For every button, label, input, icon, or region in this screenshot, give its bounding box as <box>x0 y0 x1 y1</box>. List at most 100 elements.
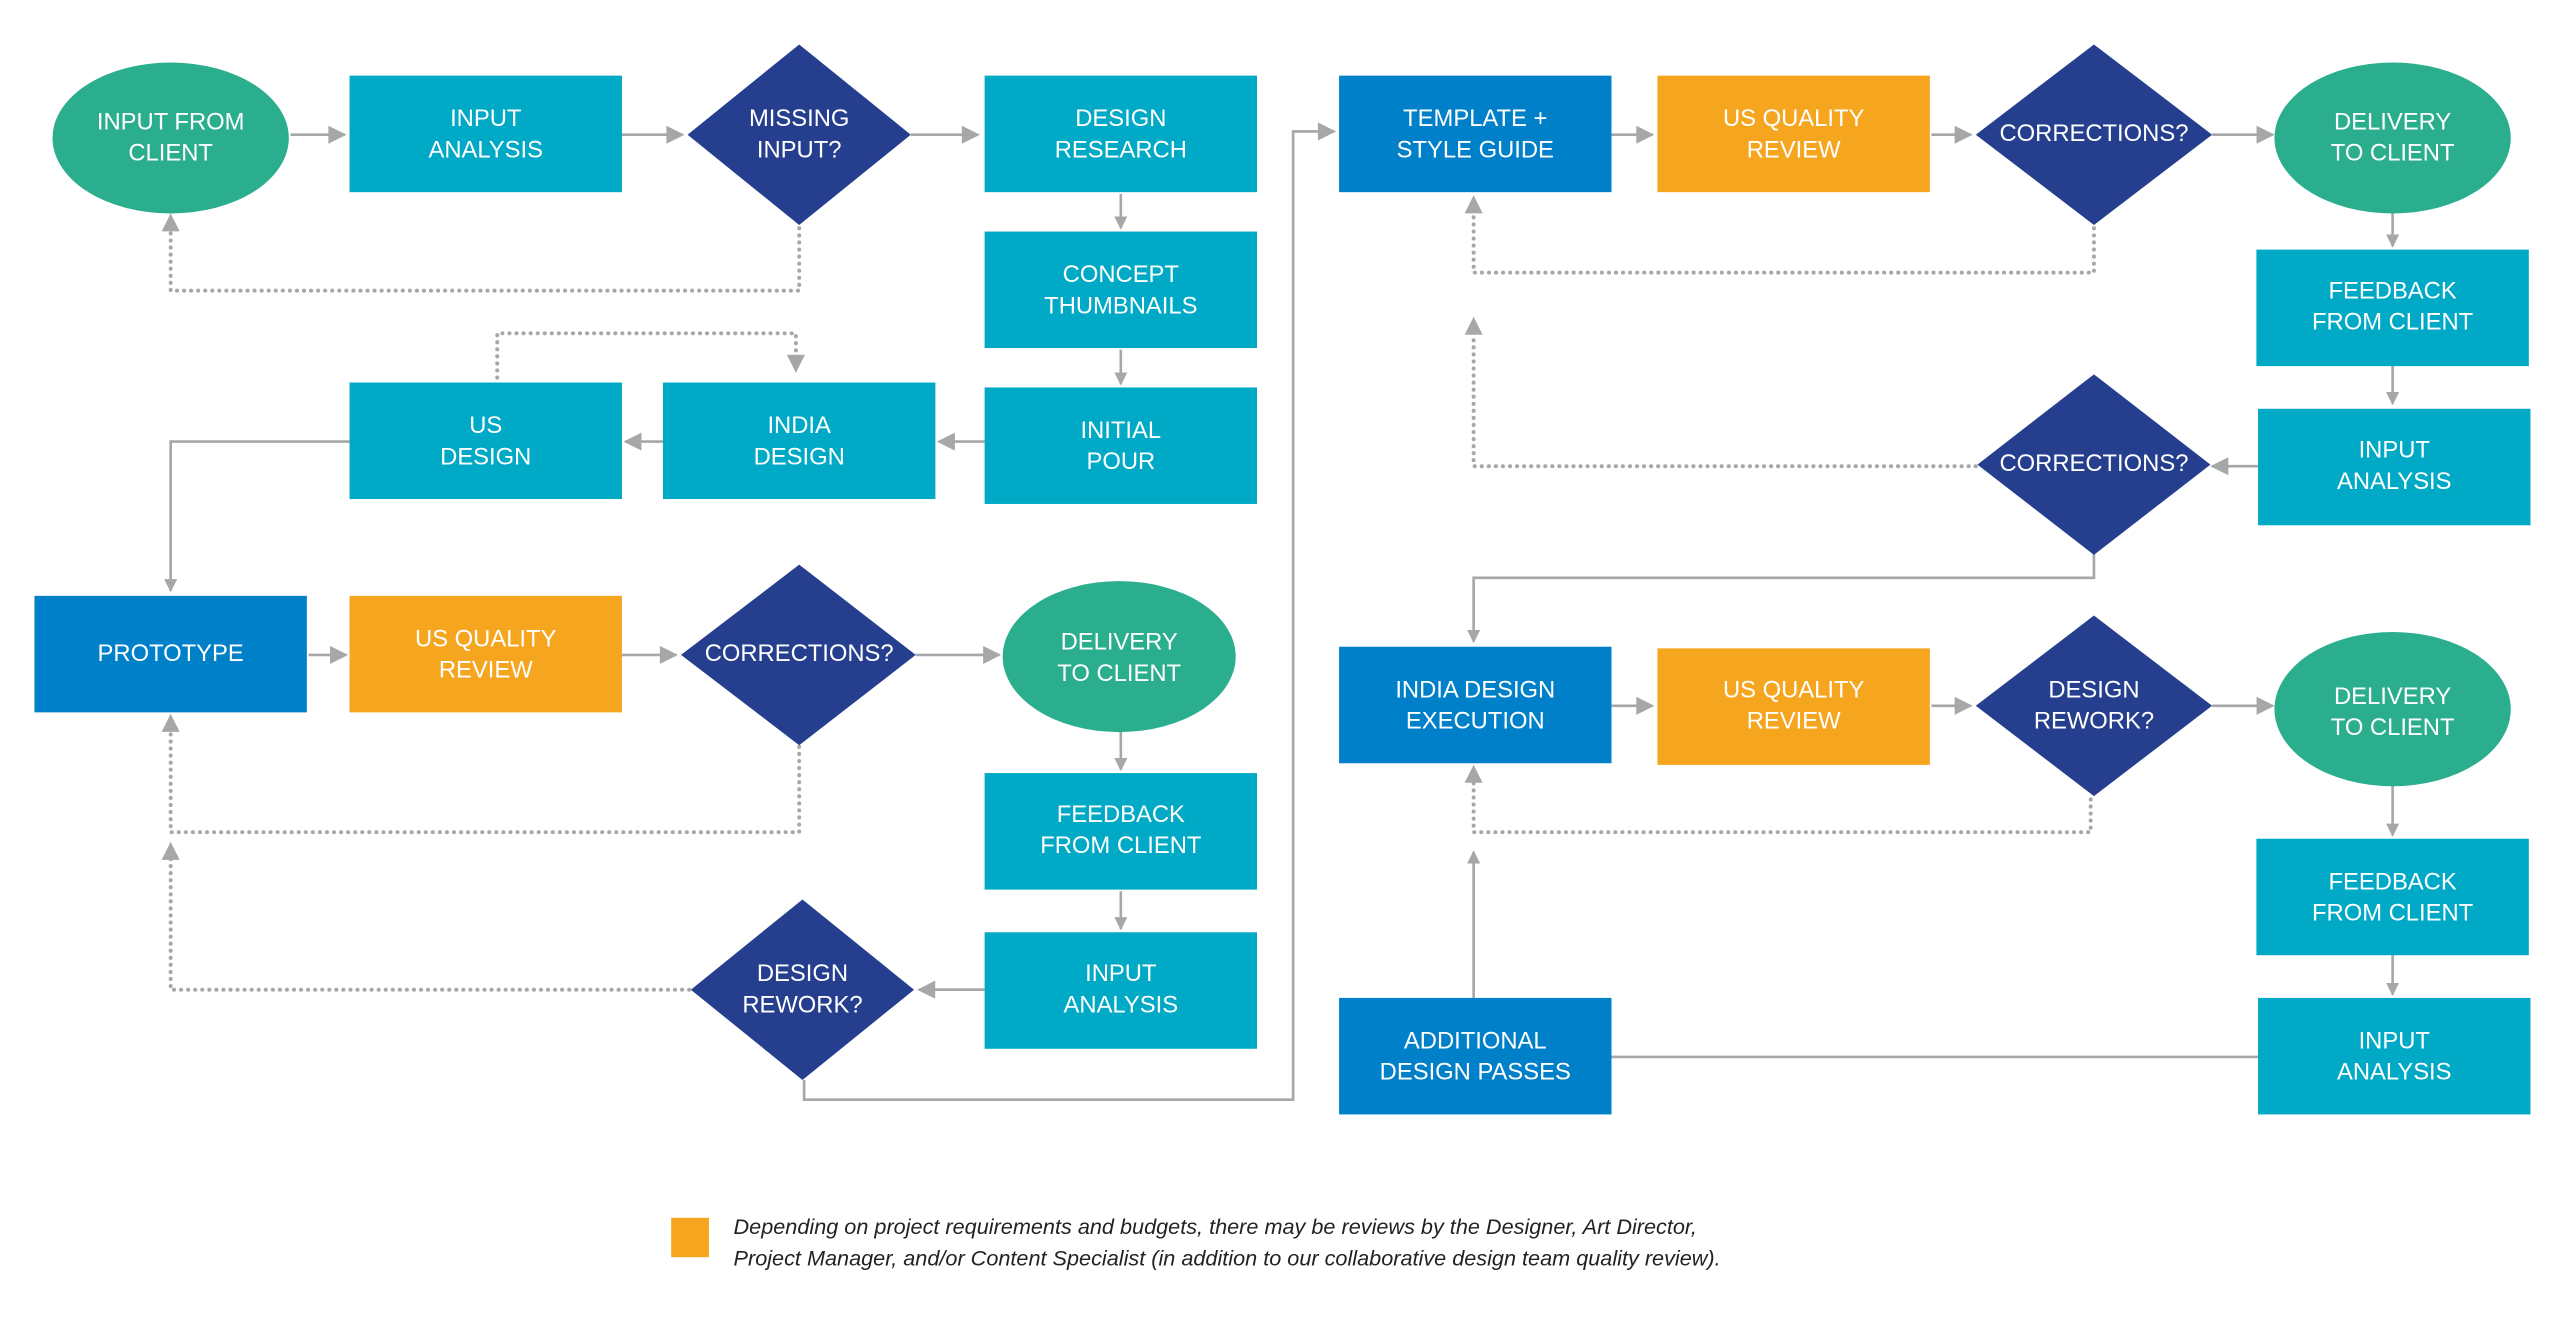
node-label: REWORK? <box>2034 707 2154 734</box>
node-label: ANALYSIS <box>1064 991 1179 1018</box>
loop-design-rework-2-to-india-execution <box>1471 780 2093 835</box>
process-shape <box>984 387 1258 504</box>
node-india-design: INDIA DESIGN <box>662 382 936 500</box>
node-label: FROM CLIENT <box>2312 899 2473 926</box>
decision-shape <box>690 899 915 1080</box>
node-label: RESEARCH <box>1055 136 1187 163</box>
node-template-style-guide: TEMPLATE + STYLE GUIDE <box>1339 75 1612 193</box>
node-label: REWORK? <box>742 991 862 1018</box>
loop-design-rework-to-prototype <box>168 856 692 992</box>
terminal-shape <box>1002 581 1236 733</box>
node-concept-thumbnails: CONCEPT THUMBNAILS <box>984 231 1258 349</box>
node-label: US QUALITY <box>1723 676 1865 703</box>
node-us-quality-review-3: US QUALITY REVIEW <box>1657 648 1930 765</box>
process-shape <box>2258 997 2531 1115</box>
nodes: INPUT FROM CLIENT INPUT ANALYSIS MISSING… <box>34 44 2531 1115</box>
node-label: POUR <box>1086 448 1155 475</box>
process-shape <box>2256 838 2529 956</box>
legend-text-line-2: Project Manager, and/or Content Speciali… <box>734 1245 1721 1270</box>
process-shape <box>349 382 622 500</box>
node-label: INPUT FROM <box>97 109 245 136</box>
node-india-design-execution: INDIA DESIGN EXECUTION <box>1339 646 1612 764</box>
node-label: REVIEW <box>439 657 533 684</box>
node-label: REVIEW <box>1747 136 1841 163</box>
node-label: CORRECTIONS? <box>1999 120 2188 147</box>
loop-corrections-3-to-template <box>1471 336 1978 469</box>
node-label: TO CLIENT <box>2331 714 2455 741</box>
node-label: EXECUTION <box>1406 707 1545 734</box>
arrow-corrections-3-to-india-design-execution <box>1467 553 2096 644</box>
node-label: INPUT <box>2359 437 2430 464</box>
node-label: FROM CLIENT <box>2312 309 2473 336</box>
node-corrections-decision-1: CORRECTIONS? <box>681 564 916 746</box>
node-feedback-from-client-3: FEEDBACK FROM CLIENT <box>2256 838 2529 956</box>
node-label: INPUT? <box>757 136 842 163</box>
process-shape <box>349 75 622 193</box>
decision-shape <box>687 44 911 225</box>
terminal-shape <box>52 62 289 214</box>
legend-swatch-orange <box>671 1217 709 1258</box>
legend-text-line-1: Depending on project requirements and bu… <box>734 1214 1697 1239</box>
node-initial-pour: INITIAL POUR <box>984 387 1258 504</box>
node-label: DESIGN PASSES <box>1380 1059 1571 1086</box>
node-prototype: PROTOTYPE <box>34 595 307 713</box>
node-input-analysis-3: INPUT ANALYSIS <box>2258 408 2531 526</box>
node-corrections-decision-3: CORRECTIONS? <box>1977 374 2211 555</box>
review-shape <box>349 595 622 713</box>
node-label: TO CLIENT <box>2331 140 2455 167</box>
node-us-quality-review-2: US QUALITY REVIEW <box>1657 75 1930 193</box>
node-delivery-to-client-2: DELIVERY TO CLIENT <box>2274 62 2511 214</box>
node-missing-input-decision: MISSING INPUT? <box>687 44 911 225</box>
node-design-rework-decision-2: DESIGN REWORK? <box>1975 615 2213 797</box>
loop-corrections-2-to-template <box>1471 213 2096 275</box>
node-label: REVIEW <box>1747 707 1841 734</box>
node-label: FROM CLIENT <box>1040 832 1201 859</box>
node-label: FEEDBACK <box>1057 801 1185 828</box>
node-label: CORRECTIONS? <box>1999 450 2188 477</box>
node-label: FEEDBACK <box>2329 278 2457 305</box>
process-shape <box>1339 997 1612 1115</box>
process-shape <box>1339 75 1612 193</box>
decision-shape <box>1975 615 2213 797</box>
node-label: CLIENT <box>128 140 213 167</box>
arrow-us-design-to-prototype <box>164 440 350 593</box>
node-feedback-from-client-1: FEEDBACK FROM CLIENT <box>984 773 1258 890</box>
node-label: INPUT <box>450 105 521 132</box>
node-label: FEEDBACK <box>2329 868 2457 895</box>
process-shape <box>1339 646 1612 764</box>
node-label: TO CLIENT <box>1057 660 1181 687</box>
node-label: DESIGN <box>754 443 845 470</box>
review-shape <box>1657 75 1930 193</box>
node-input-analysis: INPUT ANALYSIS <box>349 75 622 193</box>
process-shape <box>662 382 936 500</box>
node-label: US QUALITY <box>415 625 557 652</box>
node-label: DESIGN <box>757 960 848 987</box>
node-label: TEMPLATE + <box>1403 105 1547 132</box>
node-label: CORRECTIONS? <box>705 640 894 667</box>
node-input-analysis-2: INPUT ANALYSIS <box>984 932 1258 1049</box>
node-input-from-client: INPUT FROM CLIENT <box>52 62 289 214</box>
node-feedback-from-client-2: FEEDBACK FROM CLIENT <box>2256 249 2529 367</box>
node-label: DESIGN <box>440 443 531 470</box>
node-label: INPUT <box>2359 1027 2430 1054</box>
design-workflow-flowchart: INPUT FROM CLIENT INPUT ANALYSIS MISSING… <box>34 44 2531 1270</box>
process-shape <box>984 231 1258 349</box>
node-design-research: DESIGN RESEARCH <box>984 75 1258 193</box>
node-delivery-to-client-1: DELIVERY TO CLIENT <box>1002 581 1236 733</box>
node-label: INDIA <box>767 412 831 439</box>
node-delivery-to-client-3: DELIVERY TO CLIENT <box>2274 631 2511 787</box>
node-label: US QUALITY <box>1723 105 1865 132</box>
legend: Depending on project requirements and bu… <box>671 1214 1721 1270</box>
node-label: INITIAL <box>1081 417 1162 444</box>
node-label: ANALYSIS <box>2337 1059 2452 1086</box>
node-label: US <box>469 412 502 439</box>
node-label: DESIGN <box>2048 676 2139 703</box>
node-label: THUMBNAILS <box>1044 292 1197 319</box>
node-label: DELIVERY <box>2334 109 2451 136</box>
node-label: STYLE GUIDE <box>1397 136 1554 163</box>
node-label: ANALYSIS <box>2337 468 2452 495</box>
node-label: INDIA DESIGN <box>1395 676 1555 703</box>
node-label: MISSING <box>749 105 849 132</box>
node-design-rework-decision-1: DESIGN REWORK? <box>690 899 915 1080</box>
node-us-design: US DESIGN <box>349 382 622 500</box>
